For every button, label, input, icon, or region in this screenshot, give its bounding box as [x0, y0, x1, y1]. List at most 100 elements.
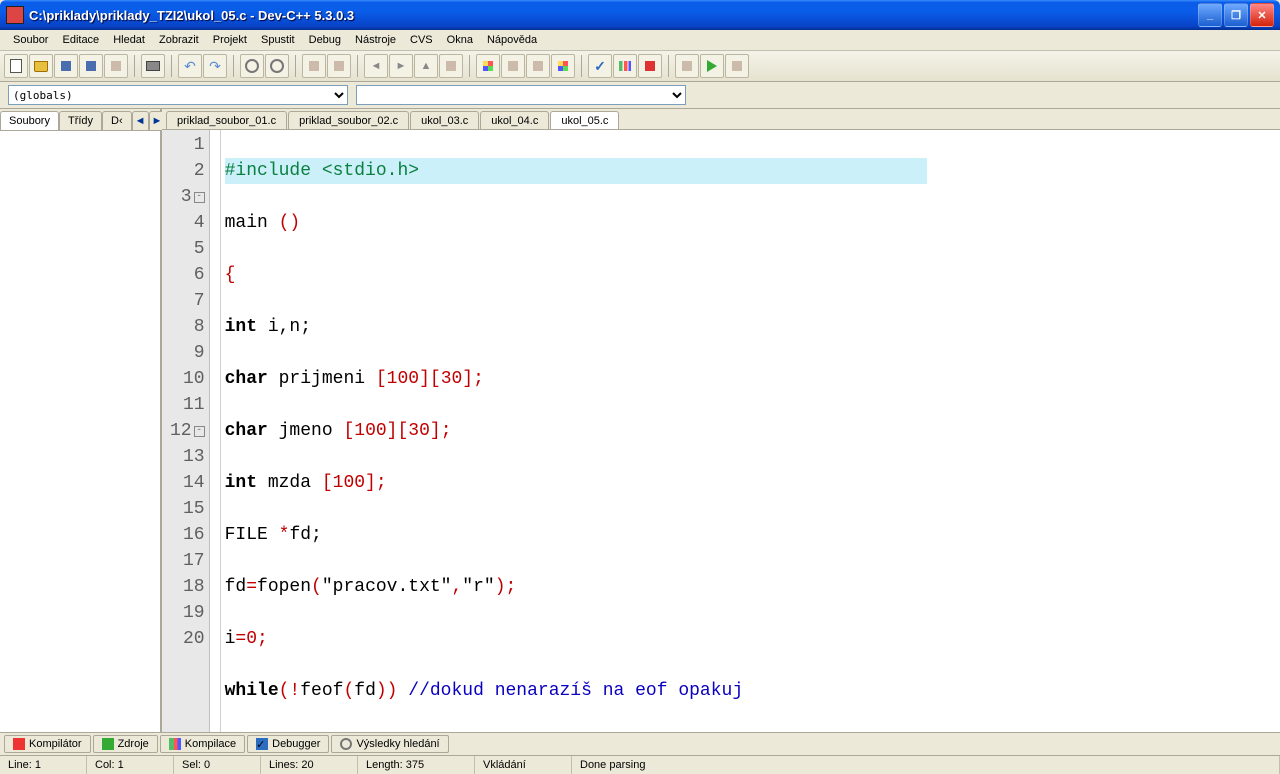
- grid4-icon: [558, 61, 568, 71]
- goto-icon: [309, 61, 319, 71]
- replace-icon: [270, 59, 284, 73]
- menu-bar: Soubor Editace Hledat Zobrazit Projekt S…: [0, 30, 1280, 51]
- menu-okna[interactable]: Okna: [440, 32, 480, 48]
- app-icon: [6, 6, 24, 24]
- minimize-button[interactable]: _: [1198, 3, 1222, 27]
- title-bar: C:\priklady\priklady_TZI2\ukol_05.c - De…: [0, 0, 1280, 30]
- grid2-button[interactable]: [501, 54, 525, 78]
- undo-button[interactable]: ↶: [178, 54, 202, 78]
- code-body[interactable]: #include <stdio.h> main () { int i,n; ch…: [221, 130, 931, 732]
- window-title: C:\priklady\priklady_TZI2\ukol_05.c - De…: [29, 8, 1198, 23]
- file-tab-2[interactable]: ukol_03.c: [410, 111, 479, 129]
- line-gutter: 1 2 3- 4 5 6 7 8 9 10 11 12- 13 14 15 16: [162, 130, 210, 732]
- resources-icon: [102, 738, 114, 750]
- profiler-button[interactable]: [725, 54, 749, 78]
- status-col: Col: 1: [87, 756, 174, 774]
- file-tab-3[interactable]: ukol_04.c: [480, 111, 549, 129]
- status-lines: Lines: 20: [261, 756, 358, 774]
- search-results-icon: [340, 738, 352, 750]
- grid3-icon: [533, 61, 543, 71]
- margin-bar: [210, 130, 221, 732]
- tab-kompilator[interactable]: Kompilátor: [4, 735, 91, 753]
- code-editor[interactable]: 1 2 3- 4 5 6 7 8 9 10 11 12- 13 14 15 16: [162, 130, 1280, 732]
- bottom-tabs: Kompilátor Zdroje Kompilace ✓Debugger Vý…: [0, 732, 1280, 755]
- file-tab-1[interactable]: priklad_soubor_02.c: [288, 111, 409, 129]
- print-button[interactable]: [141, 54, 165, 78]
- nav-up-icon: ▲: [421, 60, 432, 72]
- tab-scroll-left[interactable]: ◄: [132, 111, 149, 130]
- print-icon: [146, 61, 160, 71]
- menu-zobrazit[interactable]: Zobrazit: [152, 32, 206, 48]
- tab-debugger[interactable]: ✓Debugger: [247, 735, 329, 753]
- save-button[interactable]: [54, 54, 78, 78]
- scope-selectors: (globals): [0, 82, 1280, 108]
- bookmark-button[interactable]: [327, 54, 351, 78]
- grid3-button[interactable]: [526, 54, 550, 78]
- project-panel: Soubory Třídy D‹ ◄ ►: [0, 109, 162, 732]
- debug-button[interactable]: [675, 54, 699, 78]
- menu-soubor[interactable]: Soubor: [6, 32, 55, 48]
- save-all-button[interactable]: [79, 54, 103, 78]
- project-tree[interactable]: [0, 131, 160, 732]
- tab-truncated[interactable]: D‹: [102, 111, 132, 130]
- run-icon: [619, 61, 631, 71]
- fold-icon[interactable]: -: [194, 192, 205, 203]
- compiler-icon: [13, 738, 25, 750]
- menu-editace[interactable]: Editace: [55, 32, 106, 48]
- menu-debug[interactable]: Debug: [302, 32, 348, 48]
- replace-button[interactable]: [265, 54, 289, 78]
- compile-button[interactable]: ✓: [588, 54, 612, 78]
- menu-spustit[interactable]: Spustit: [254, 32, 302, 48]
- debug-step-button[interactable]: [700, 54, 724, 78]
- status-bar: Line: 1 Col: 1 Sel: 0 Lines: 20 Length: …: [0, 755, 1280, 774]
- nav-up-button[interactable]: ▲: [414, 54, 438, 78]
- nav-home-button[interactable]: [439, 54, 463, 78]
- grid1-button[interactable]: [476, 54, 500, 78]
- tab-zdroje[interactable]: Zdroje: [93, 735, 158, 753]
- grid-icon: [483, 61, 493, 71]
- new-file-icon: [10, 59, 22, 73]
- scope-selector[interactable]: (globals): [8, 85, 348, 105]
- menu-cvs[interactable]: CVS: [403, 32, 440, 48]
- status-length: Length: 375: [358, 756, 475, 774]
- bookmark-icon: [334, 61, 344, 71]
- nav-back-icon: ◄: [371, 60, 382, 72]
- maximize-button[interactable]: ❐: [1224, 3, 1248, 27]
- profiler-icon: [732, 61, 742, 71]
- close-file-button[interactable]: [104, 54, 128, 78]
- nav-fwd-button[interactable]: ►: [389, 54, 413, 78]
- member-selector[interactable]: [356, 85, 686, 105]
- toolbar: ↶ ↷ ◄ ► ▲ ✓: [0, 51, 1280, 82]
- fold-icon[interactable]: -: [194, 426, 205, 437]
- redo-button[interactable]: ↷: [203, 54, 227, 78]
- grid2-icon: [508, 61, 518, 71]
- menu-napoveda[interactable]: Nápověda: [480, 32, 544, 48]
- open-file-button[interactable]: [29, 54, 53, 78]
- grid4-button[interactable]: [551, 54, 575, 78]
- status-insmode: Vkládání: [475, 756, 572, 774]
- file-tabs: priklad_soubor_01.c priklad_soubor_02.c …: [162, 109, 1280, 130]
- close-button[interactable]: ✕: [1250, 3, 1274, 27]
- tab-vysledky[interactable]: Výsledky hledání: [331, 735, 448, 753]
- close-file-icon: [111, 61, 121, 71]
- save-all-icon: [86, 61, 96, 71]
- stop-button[interactable]: [638, 54, 662, 78]
- check-icon: ✓: [594, 58, 606, 75]
- menu-projekt[interactable]: Projekt: [206, 32, 254, 48]
- debug-icon: [682, 61, 692, 71]
- new-file-button[interactable]: [4, 54, 28, 78]
- menu-nastroje[interactable]: Nástroje: [348, 32, 403, 48]
- debugger-icon: ✓: [256, 738, 268, 750]
- tab-kompilace[interactable]: Kompilace: [160, 735, 245, 753]
- menu-hledat[interactable]: Hledat: [106, 32, 152, 48]
- file-tab-0[interactable]: priklad_soubor_01.c: [166, 111, 287, 129]
- find-button[interactable]: [240, 54, 264, 78]
- redo-icon: ↷: [209, 58, 221, 75]
- run-button[interactable]: [613, 54, 637, 78]
- tab-soubory[interactable]: Soubory: [0, 111, 59, 130]
- open-folder-icon: [34, 61, 48, 72]
- goto-button[interactable]: [302, 54, 326, 78]
- nav-back-button[interactable]: ◄: [364, 54, 388, 78]
- tab-tridy[interactable]: Třídy: [59, 111, 102, 130]
- file-tab-4[interactable]: ukol_05.c: [550, 111, 619, 129]
